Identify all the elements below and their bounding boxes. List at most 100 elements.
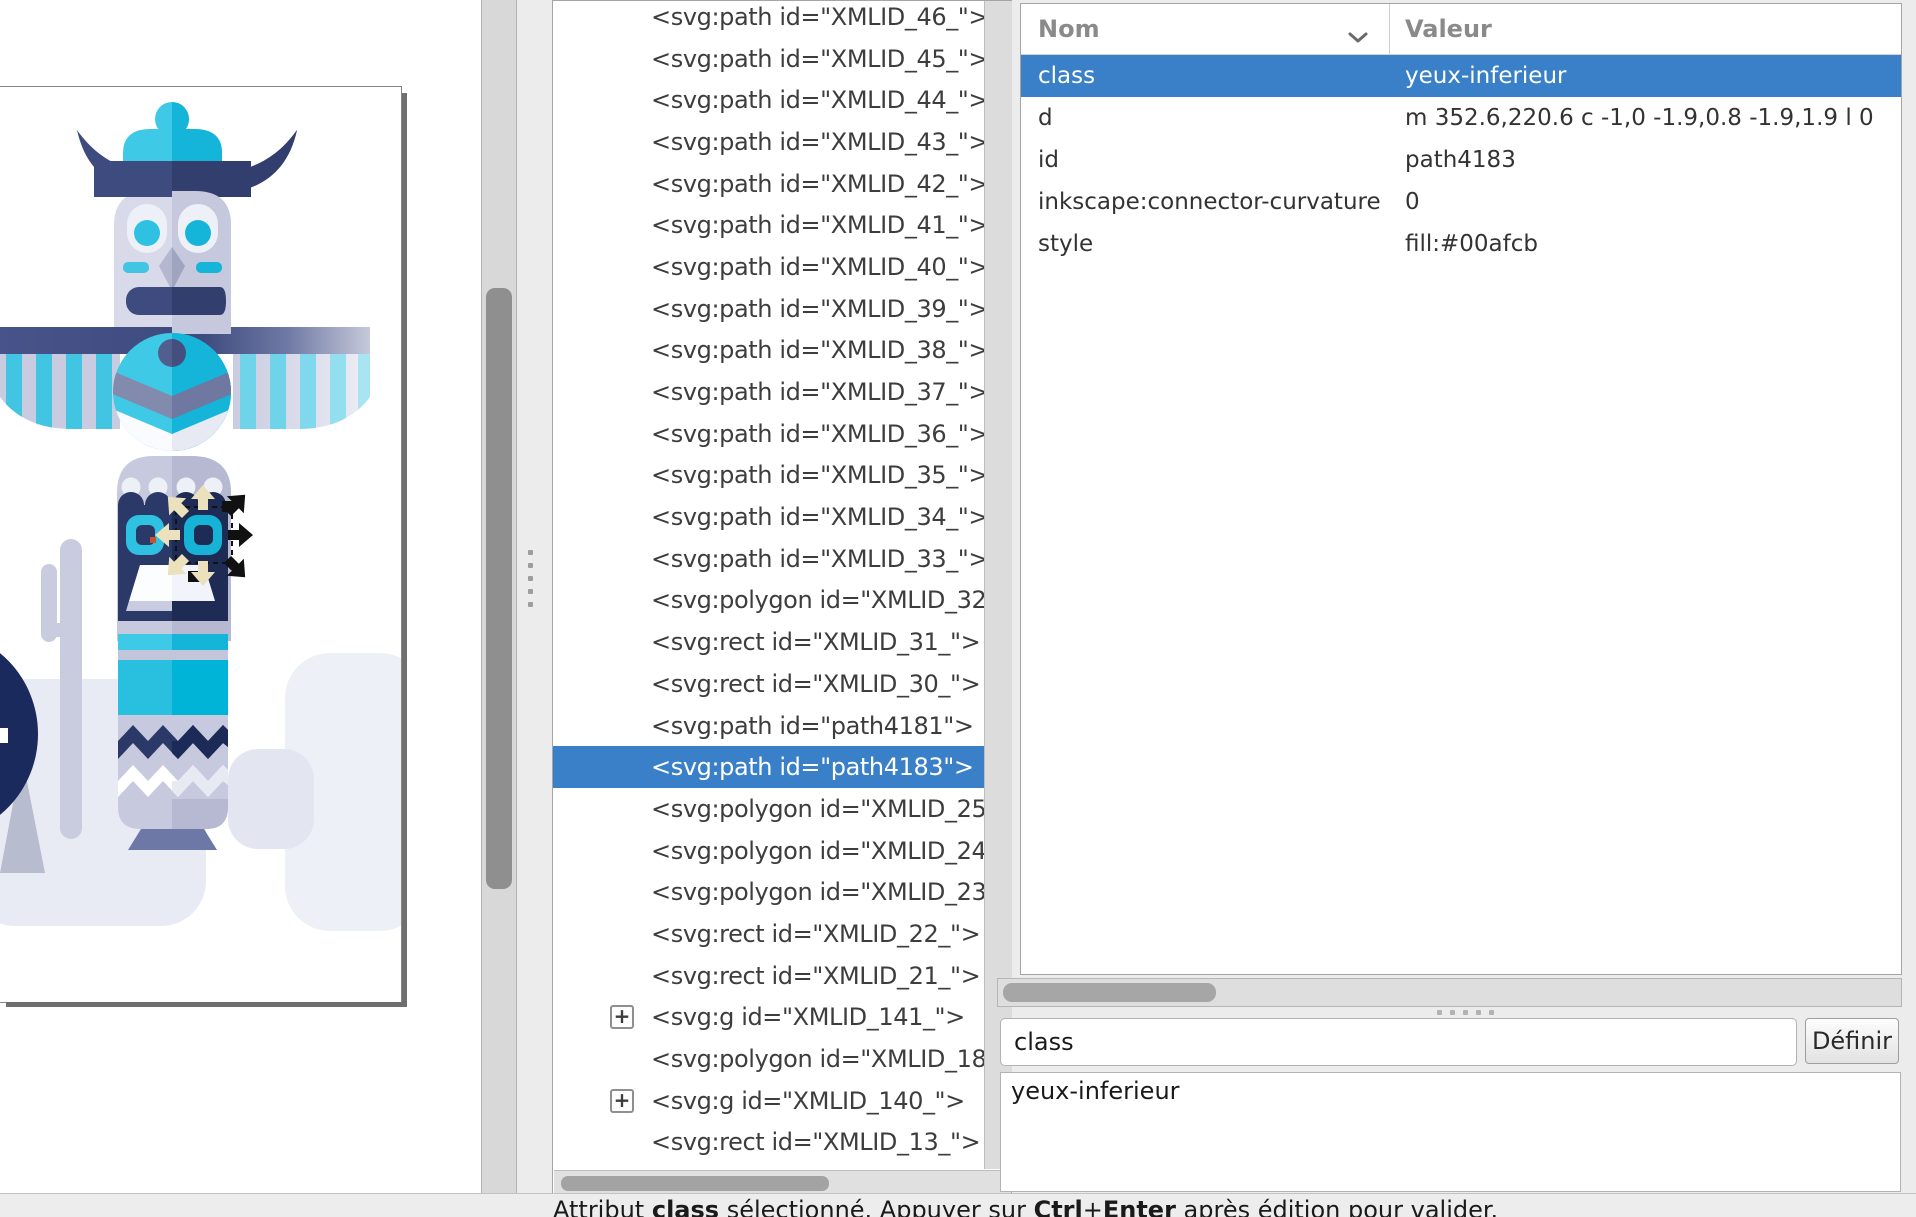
- attribute-name: class: [1021, 63, 1390, 89]
- tree-node[interactable]: <svg:polygon id="XMLID_18_">: [553, 1038, 984, 1080]
- tree-node-label: <svg:path id="XMLID_37_">: [651, 378, 984, 406]
- tree-node[interactable]: <svg:rect id="XMLID_13_">: [553, 1122, 984, 1164]
- tree-node[interactable]: <svg:path id="XMLID_35_">: [553, 455, 984, 497]
- tree-node-label: <svg:path id="path4183">: [651, 753, 974, 781]
- attribute-row[interactable]: inkscape:connector-curvature0: [1021, 181, 1901, 223]
- tree-node-label: <svg:g id="XMLID_140_">: [651, 1087, 965, 1115]
- attribute-row[interactable]: stylefill:#00afcb: [1021, 223, 1901, 265]
- tree-node[interactable]: <svg:path id="XMLID_40_">: [553, 246, 984, 288]
- column-header-name[interactable]: Nom: [1021, 15, 1390, 43]
- status-message: Attribut class sélectionné. Appuyer sur …: [553, 1196, 1498, 1217]
- xml-tree-panel: <svg:path id="XMLID_46_"> <svg:path id="X…: [552, 0, 1012, 1196]
- tree-node[interactable]: + <svg:g id="XMLID_140_">: [553, 1080, 984, 1122]
- tree-node[interactable]: <svg:path id="XMLID_46_">: [553, 0, 984, 38]
- tree-node[interactable]: <svg:path id="XMLID_44_">: [553, 79, 984, 121]
- tree-node[interactable]: <svg:path id="XMLID_36_">: [553, 413, 984, 455]
- canvas-vertical-scrollbar[interactable]: [481, 0, 517, 1193]
- tree-node[interactable]: <svg:path id="XMLID_43_">: [553, 121, 984, 163]
- tree-node-label: <svg:rect id="XMLID_13_">: [651, 1128, 980, 1156]
- tree-node-label: <svg:path id="XMLID_46_">: [651, 3, 984, 31]
- attribute-name: style: [1021, 231, 1390, 257]
- column-header-value[interactable]: Valeur: [1390, 15, 1492, 43]
- tree-node-label: <svg:polygon id="XMLID_18_">: [651, 1045, 984, 1073]
- tree-node-label: <svg:polygon id="XMLID_32_">: [651, 586, 984, 614]
- attribute-value: yeux-inferieur: [1390, 63, 1567, 89]
- tree-node[interactable]: <svg:path id="XMLID_39_">: [553, 288, 984, 330]
- attribute-name: d: [1021, 105, 1390, 131]
- tree-node-label: <svg:path id="XMLID_45_">: [651, 45, 984, 73]
- tree-node[interactable]: <svg:rect id="XMLID_31_">: [553, 621, 984, 663]
- tree-node-label: <svg:path id="XMLID_38_">: [651, 336, 984, 364]
- tree-node[interactable]: <svg:path id="XMLID_34_">: [553, 496, 984, 538]
- scrollbar-thumb[interactable]: [561, 1176, 829, 1191]
- tree-node-label: <svg:rect id="XMLID_30_">: [651, 670, 980, 698]
- tree-node[interactable]: + <svg:g id="XMLID_141_">: [553, 997, 984, 1039]
- tree-node-label: <svg:path id="path4181">: [651, 712, 974, 740]
- tree-node-label: <svg:g id="XMLID_141_">: [651, 1003, 965, 1031]
- tree-node[interactable]: <svg:polygon id="XMLID_24_">: [553, 830, 984, 872]
- tree-node-label: <svg:rect id="XMLID_31_">: [651, 628, 980, 656]
- attribute-value: path4183: [1390, 147, 1516, 173]
- attributes-table-header[interactable]: Nom Valeur: [1021, 4, 1901, 55]
- expander-plus-icon[interactable]: +: [610, 1089, 634, 1113]
- tree-node-label: <svg:path id="XMLID_44_">: [651, 86, 984, 114]
- tree-node[interactable]: <svg:path id="XMLID_42_">: [553, 163, 984, 205]
- tree-node[interactable]: <svg:rect id="XMLID_30_">: [553, 663, 984, 705]
- tree-node-label: <svg:path id="XMLID_41_">: [651, 211, 984, 239]
- tree-horizontal-scrollbar[interactable]: [554, 1170, 1011, 1195]
- attribute-value: fill:#00afcb: [1390, 231, 1538, 257]
- attribute-row-selected[interactable]: classyeux-inferieur: [1021, 55, 1901, 97]
- attribute-row[interactable]: dm 352.6,220.6 c -1,0 -1.9,0.8 -1.9,1.9 …: [1021, 97, 1901, 139]
- tree-node[interactable]: <svg:path id="XMLID_45_">: [553, 38, 984, 80]
- tree-node-selected[interactable]: <svg:path id="path4183">: [553, 746, 984, 788]
- tree-node-label: <svg:path id="XMLID_39_">: [651, 295, 984, 323]
- tree-node[interactable]: <svg:path id="XMLID_41_">: [553, 204, 984, 246]
- attribute-name: id: [1021, 147, 1390, 173]
- tree-node-label: <svg:path id="XMLID_35_">: [651, 461, 984, 489]
- tree-node-label: <svg:path id="XMLID_34_">: [651, 503, 984, 531]
- tree-node-label: <svg:path id="XMLID_42_">: [651, 170, 984, 198]
- tree-node[interactable]: <svg:path id="XMLID_37_">: [553, 371, 984, 413]
- column-divider[interactable]: [1389, 4, 1390, 54]
- tree-node[interactable]: <svg:polygon id="XMLID_23_">: [553, 871, 984, 913]
- tree-node[interactable]: <svg:polygon id="XMLID_32_">: [553, 580, 984, 622]
- tree-node-label: <svg:polygon id="XMLID_23_">: [651, 878, 984, 906]
- tree-node-label: <svg:rect id="XMLID_22_">: [651, 920, 980, 948]
- attributes-table: Nom Valeur classyeux-inferieurdm 352.6,2…: [1020, 3, 1902, 975]
- scrollbar-thumb[interactable]: [486, 288, 512, 889]
- canvas-area[interactable]: [0, 0, 481, 1193]
- tree-node[interactable]: <svg:path id="XMLID_38_">: [553, 330, 984, 372]
- tree-node-label: <svg:rect id="XMLID_21_">: [651, 962, 980, 990]
- tree-node[interactable]: <svg:polygon id="XMLID_25_">: [553, 788, 984, 830]
- attribute-name: inkscape:connector-curvature: [1021, 189, 1390, 215]
- tree-node-label: <svg:polygon id="XMLID_25_">: [651, 795, 984, 823]
- tree-node[interactable]: <svg:path id="XMLID_33_">: [553, 538, 984, 580]
- attribute-value: m 352.6,220.6 c -1,0 -1.9,0.8 -1.9,1.9 l…: [1390, 105, 1874, 131]
- scrollbar-thumb[interactable]: [1003, 983, 1216, 1002]
- tree-node-label: <svg:path id="XMLID_36_">: [651, 420, 984, 448]
- totem-illustration: [0, 87, 401, 1002]
- attributes-horizontal-scrollbar[interactable]: [997, 978, 1902, 1007]
- resize-grip-icon[interactable]: [528, 550, 533, 615]
- tree-node-label: <svg:path id="XMLID_43_">: [651, 128, 984, 156]
- page-shadow: [6, 1002, 407, 1007]
- attribute-value-textarea[interactable]: yeux-inferieur: [1000, 1072, 1901, 1192]
- tree-node-label: <svg:path id="XMLID_40_">: [651, 253, 984, 281]
- set-button[interactable]: Définir: [1805, 1018, 1899, 1064]
- attribute-value: 0: [1390, 189, 1420, 215]
- tree-node[interactable]: <svg:rect id="XMLID_22_">: [553, 913, 984, 955]
- document-page[interactable]: [0, 86, 402, 1003]
- attribute-name-input[interactable]: [1000, 1018, 1797, 1066]
- attribute-row[interactable]: idpath4183: [1021, 139, 1901, 181]
- editor-resize-grip-icon[interactable]: [1437, 1010, 1502, 1015]
- tree-node[interactable]: <svg:rect id="XMLID_21_">: [553, 955, 984, 997]
- sort-chevron-icon[interactable]: [1347, 22, 1369, 50]
- page-shadow: [402, 93, 407, 1007]
- status-bar: Attribut class sélectionné. Appuyer sur …: [0, 1193, 1916, 1217]
- panel-divider[interactable]: [517, 0, 553, 1193]
- tree-node-label: <svg:path id="XMLID_33_">: [651, 545, 984, 573]
- tree-node[interactable]: <svg:path id="path4181">: [553, 705, 984, 747]
- xml-node-list[interactable]: <svg:path id="XMLID_46_"> <svg:path id="X…: [553, 0, 984, 1171]
- tree-node-label: <svg:polygon id="XMLID_24_">: [651, 837, 984, 865]
- expander-plus-icon[interactable]: +: [610, 1005, 634, 1029]
